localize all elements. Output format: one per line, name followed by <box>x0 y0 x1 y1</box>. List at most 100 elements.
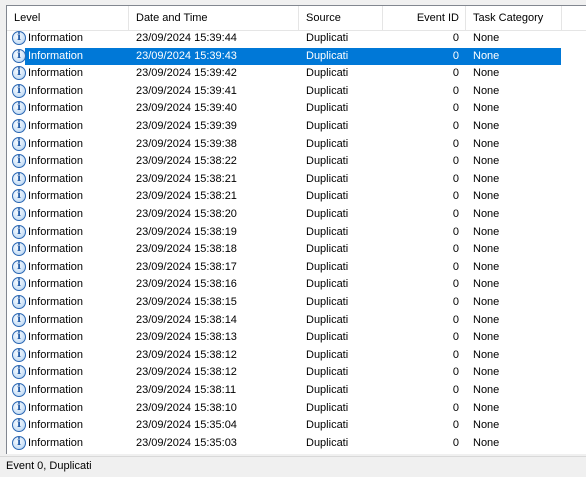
cell-event-id: 0 <box>452 102 459 115</box>
table-row[interactable]: i Information 23/09/2024 15:39:42 Duplicati… <box>7 65 586 83</box>
table-row[interactable]: i Information 23/09/2024 15:38:14 Duplicati… <box>7 312 586 330</box>
cell-task-category: None <box>473 348 500 361</box>
cell-level: Information <box>28 208 84 220</box>
cell-task-category: None <box>473 155 500 168</box>
column-header-task-category[interactable]: Task Category <box>473 6 543 30</box>
cell-task-category: None <box>473 137 500 150</box>
cell-level: Information <box>28 366 84 379</box>
information-icon: i <box>12 189 26 204</box>
column-header-source[interactable]: Source <box>306 6 341 30</box>
table-row[interactable]: i Information 23/09/2024 15:38:12 Duplicati… <box>7 364 586 382</box>
cell-level: Information <box>28 384 84 396</box>
cell-event-id: 0 <box>452 278 459 291</box>
table-row[interactable]: i Information 23/09/2024 15:38:18 Duplicati… <box>7 241 586 259</box>
information-icon: i <box>12 259 26 274</box>
column-divider[interactable] <box>128 6 129 30</box>
table-row[interactable]: i Information 23/09/2024 15:39:44 Duplicati… <box>7 30 586 48</box>
cell-level: Information <box>28 331 84 344</box>
cell-event-id: 0 <box>452 172 459 185</box>
information-icon: i <box>12 224 26 239</box>
cell-task-category: None <box>473 225 500 238</box>
table-row[interactable]: i Information 23/09/2024 15:35:03 Duplicati… <box>7 435 586 453</box>
table-row[interactable]: i Information 23/09/2024 15:38:11 Duplicati… <box>7 382 586 400</box>
table-row[interactable]: i Information 23/09/2024 15:38:21 Duplicati… <box>7 188 586 206</box>
cell-task-category: None <box>473 32 500 44</box>
cell-source: Duplicati <box>306 366 349 379</box>
cell-level: Information <box>28 348 84 361</box>
cell-source: Duplicati <box>306 49 349 62</box>
table-row[interactable]: i Information 23/09/2024 15:38:15 Duplicati… <box>7 294 586 312</box>
cell-event-id: 0 <box>452 137 459 150</box>
cell-source: Duplicati <box>306 348 349 361</box>
information-icon: i <box>12 435 26 450</box>
table-row[interactable]: i Information 23/09/2024 15:38:16 Duplicati… <box>7 276 586 294</box>
table-row[interactable]: i Information 23/09/2024 15:38:10 Duplicati… <box>7 400 586 418</box>
column-header-event-id[interactable]: Event ID <box>407 6 459 30</box>
cell-event-id: 0 <box>452 401 459 414</box>
cell-event-id: 0 <box>452 208 459 220</box>
cell-event-id: 0 <box>452 331 459 344</box>
cell-event-id: 0 <box>452 84 459 97</box>
information-icon: i <box>12 119 26 133</box>
table-row[interactable]: i Information 23/09/2024 15:38:13 Duplicati… <box>7 329 586 347</box>
cell-date-time: 23/09/2024 15:38:10 <box>136 401 237 414</box>
table-row[interactable]: i Information 23/09/2024 15:38:22 Duplicati… <box>7 153 586 171</box>
cell-level: Information <box>28 32 84 44</box>
cell-date-time: 23/09/2024 15:38:14 <box>136 313 237 326</box>
column-divider[interactable] <box>465 6 466 30</box>
cell-source: Duplicati <box>306 32 349 44</box>
cell-task-category: None <box>473 401 500 414</box>
cell-date-time: 23/09/2024 15:38:13 <box>136 331 237 344</box>
cell-level: Information <box>28 401 84 414</box>
cell-level: Information <box>28 102 84 115</box>
cell-event-id: 0 <box>452 49 459 62</box>
cell-event-id: 0 <box>452 190 459 203</box>
table-row[interactable]: i Information 23/09/2024 15:38:12 Duplicati… <box>7 347 586 365</box>
cell-task-category: None <box>473 313 500 326</box>
cell-date-time: 23/09/2024 15:39:39 <box>136 120 237 132</box>
column-divider[interactable] <box>561 6 562 30</box>
information-icon: i <box>12 66 26 81</box>
column-header-date-time[interactable]: Date and Time <box>136 6 208 30</box>
cell-source: Duplicati <box>306 419 349 432</box>
cell-date-time: 23/09/2024 15:38:21 <box>136 190 237 203</box>
table-row[interactable]: i Information 23/09/2024 15:38:19 Duplicati… <box>7 224 586 242</box>
cell-date-time: 23/09/2024 15:38:16 <box>136 278 237 291</box>
table-row[interactable]: i Information 23/09/2024 15:38:20 Duplicati… <box>7 206 586 224</box>
cell-level: Information <box>28 436 84 449</box>
information-icon: i <box>12 48 26 63</box>
cell-source: Duplicati <box>306 172 349 185</box>
cell-level: Information <box>28 296 84 308</box>
table-row[interactable]: i Information 23/09/2024 15:39:38 Duplicati… <box>7 136 586 154</box>
cell-event-id: 0 <box>452 419 459 432</box>
cell-source: Duplicati <box>306 67 349 80</box>
table-row[interactable]: i Information 23/09/2024 15:35:04 Duplicati… <box>7 417 586 435</box>
table-row[interactable]: i Information 23/09/2024 15:39:41 Duplicati… <box>7 83 586 101</box>
list-header: Level Date and Time Source Event ID Task… <box>7 6 586 31</box>
cell-date-time: 23/09/2024 15:38:12 <box>136 366 237 379</box>
cell-date-time: 23/09/2024 15:38:21 <box>136 172 237 185</box>
table-row[interactable]: i Information 23/09/2024 15:38:17 Duplicati… <box>7 259 586 277</box>
cell-event-id: 0 <box>452 384 459 396</box>
table-row[interactable]: i Information 23/09/2024 15:39:39 Duplicati… <box>7 118 586 136</box>
cell-date-time: 23/09/2024 15:38:22 <box>136 155 237 168</box>
column-divider[interactable] <box>382 6 383 30</box>
cell-source: Duplicati <box>306 401 349 414</box>
cell-date-time: 23/09/2024 15:39:40 <box>136 102 237 115</box>
event-list[interactable]: Level Date and Time Source Event ID Task… <box>6 5 586 454</box>
column-header-level[interactable]: Level <box>14 6 40 30</box>
table-row[interactable]: i Information 23/09/2024 15:38:21 Duplicati… <box>7 171 586 189</box>
cell-source: Duplicati <box>306 190 349 203</box>
cell-level: Information <box>28 67 84 80</box>
table-row[interactable]: i Information 23/09/2024 15:39:40 Duplicati… <box>7 100 586 118</box>
cell-event-id: 0 <box>452 243 459 256</box>
cell-task-category: None <box>473 278 500 291</box>
information-icon: i <box>12 83 26 98</box>
cell-source: Duplicati <box>306 120 349 132</box>
cell-level: Information <box>28 155 84 168</box>
cell-source: Duplicati <box>306 313 349 326</box>
column-divider[interactable] <box>298 6 299 30</box>
table-row[interactable]: i Information 23/09/2024 15:39:43 Duplicati… <box>7 47 586 66</box>
cell-task-category: None <box>473 436 500 449</box>
cell-task-category: None <box>473 208 500 220</box>
